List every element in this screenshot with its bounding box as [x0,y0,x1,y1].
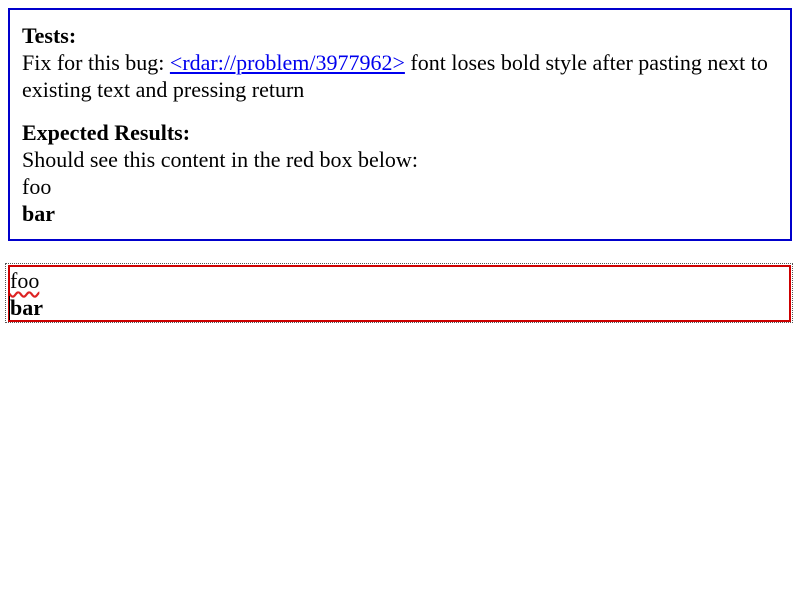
editor-line-2-text: bar [10,295,43,320]
editor-line-2: bar [9,294,790,321]
tests-description: Fix for this bug: <rdar://problem/397796… [22,49,778,103]
expected-heading: Expected Results: [22,120,191,145]
explanation-box: Tests: Fix for this bug: <rdar://problem… [8,8,792,241]
expected-line-2: bar [22,201,55,226]
bug-link[interactable]: <rdar://problem/3977962> [170,50,405,75]
tests-section: Tests: Fix for this bug: <rdar://problem… [22,22,778,103]
expected-line-1: foo [22,174,52,199]
editor-line-1-text: foo [10,268,40,293]
expected-description: Should see this content in the red box b… [22,147,418,172]
tests-heading: Tests: [22,23,77,48]
expected-section: Expected Results: Should see this conten… [22,119,778,227]
editor-line-1: foo [10,267,790,294]
tests-text-before: Fix for this bug: [22,50,170,75]
editable-area[interactable]: foo bar [9,267,790,321]
